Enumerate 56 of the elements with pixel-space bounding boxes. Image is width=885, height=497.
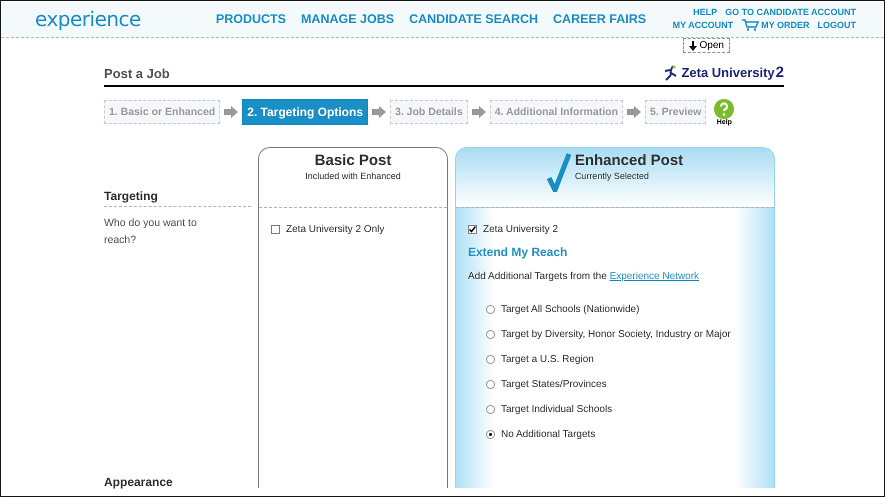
radio-button[interactable] — [486, 330, 495, 339]
account-link[interactable]: GO TO CANDIDATE ACCOUNT — [725, 7, 856, 17]
nav-link[interactable]: CAREER FAIRS — [553, 12, 646, 26]
radio-option[interactable]: Target by Diversity, Honor Society, Industry or Major — [486, 329, 762, 340]
step-tab[interactable]: 4. Additional Information — [490, 100, 623, 124]
my-order-link[interactable]: MY ORDER — [741, 19, 810, 31]
radio-button[interactable] — [486, 305, 495, 314]
right-arrow-icon — [626, 106, 641, 118]
network-link[interactable]: Experience Network — [610, 271, 700, 282]
experience-logo[interactable]: experience — [35, 7, 141, 31]
page-title: Post a Job — [104, 66, 170, 81]
step-tab[interactable]: 5. Preview — [644, 100, 706, 124]
radio-button[interactable] — [486, 430, 495, 439]
checkmark-icon — [546, 152, 571, 192]
enhanced-post-card[interactable] — [455, 147, 775, 488]
checkbox-option[interactable]: Zeta University 2 Only — [271, 224, 435, 235]
help-icon[interactable] — [714, 98, 734, 118]
card-title: Enhanced Post — [574, 152, 684, 169]
running-figure-icon — [664, 64, 678, 80]
step-tab[interactable]: 3. Job Details — [390, 100, 468, 124]
card-title: Basic Post — [314, 152, 392, 169]
checkbox-option[interactable]: Zeta University 2 — [468, 224, 762, 235]
network-text: Add Additional Targets from the Experience Network — [468, 271, 700, 282]
card-subtitle: Included with Enhanced — [305, 171, 401, 181]
radio-button[interactable] — [486, 355, 495, 364]
radio-button[interactable] — [486, 405, 495, 414]
cart-icon — [741, 19, 760, 31]
nav-link[interactable]: CANDIDATE SEARCH — [409, 12, 538, 26]
question-text: Who do you want to reach? — [104, 216, 198, 248]
account-link[interactable]: MY ACCOUNT — [672, 20, 734, 30]
brand-name: Zeta University — [681, 65, 775, 80]
card-subtitle: Currently Selected — [574, 171, 650, 181]
checkbox[interactable] — [271, 225, 280, 234]
account-link[interactable]: HELP — [693, 7, 718, 17]
right-arrow-icon — [372, 106, 386, 118]
radio-option[interactable]: No Additional Targets — [486, 429, 762, 440]
basic-post-card[interactable]: Basic Post Included with Enhanced Zeta University 2 Only — [258, 147, 448, 488]
radio-option[interactable]: Target a U.S. Region — [486, 354, 762, 365]
section-heading: Appearance — [104, 475, 174, 489]
nav-link[interactable]: MANAGE JOBS — [301, 12, 394, 26]
right-arrow-icon — [224, 106, 238, 118]
radio-option[interactable]: Target All Schools (Nationwide) — [486, 304, 762, 315]
radio-button[interactable] — [486, 380, 495, 389]
extend-heading: Extend My Reach — [468, 245, 568, 259]
open-button[interactable]: Open — [682, 38, 730, 53]
section-heading: Targeting — [104, 189, 158, 203]
brand-number: 2 — [776, 64, 784, 81]
step-tab[interactable]: 1. Basic or Enhanced — [104, 100, 220, 124]
down-arrow-icon — [688, 40, 697, 50]
checkbox[interactable] — [468, 225, 477, 234]
account-link[interactable]: LOGOUT — [818, 20, 856, 30]
radio-option[interactable]: Target Individual Schools — [486, 404, 762, 415]
right-arrow-icon — [472, 106, 486, 118]
nav-link[interactable]: PRODUCTS — [216, 12, 286, 26]
step-tab[interactable]: 2. Targeting Options — [242, 99, 368, 125]
radio-option[interactable]: Target States/Provinces — [486, 379, 762, 390]
